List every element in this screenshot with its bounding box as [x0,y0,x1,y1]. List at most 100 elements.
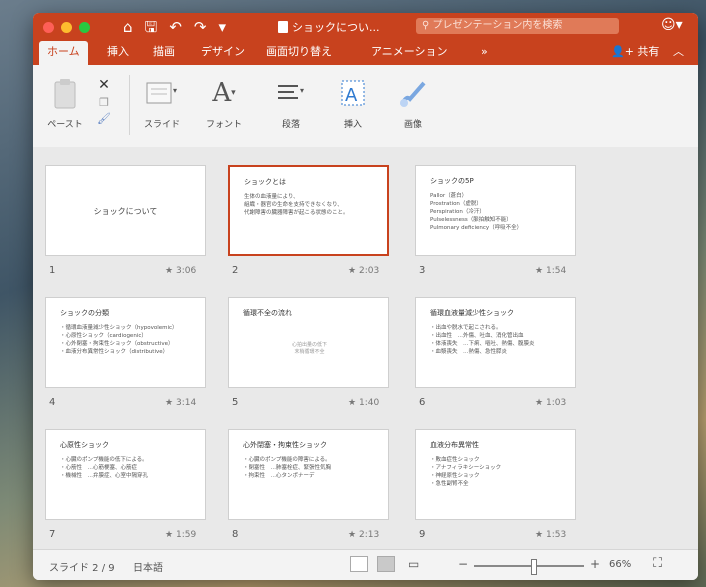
zoom-slider-handle[interactable] [531,559,537,575]
slide-group[interactable]: ▾ スライド [137,75,187,130]
zoom-in-icon[interactable]: + [590,557,600,571]
timing-star-icon: ★ [348,266,357,276]
tab-draw[interactable]: 描画 [145,41,183,65]
slide-thumbnail-2[interactable]: ショックとは 生体の血液量により、 組織・器官の生命を支持できなくなり、 代謝障害の臓… [228,165,389,256]
slide-duration: 3:14 [176,398,197,408]
slide-number: 4 [49,397,56,408]
timing-star-icon: ★ [348,398,357,408]
slide-thumbnail-7[interactable]: 心原性ショック ・心臓のポンプ機能の低下による。 ・心筋性 …心筋梗塞、心筋症 ・機械… [45,429,206,520]
slide-thumbnail-1[interactable]: ショックについて [45,165,206,256]
slide-sorter: ショックについて 1 ★ 3:06 ショックとは 生体の血液量により、 組織・器官の生命を支… [33,147,698,549]
minimize-window-button[interactable] [61,22,72,33]
slide-thumbnail-6[interactable]: 循環血液量減少性ショック ・出血や脱水で起こされる。・出血性 …外傷、吐血、消化管… [415,297,576,388]
quick-access-toolbar: ⌂ 🖫 ↶ ↷ ▾ [123,16,226,38]
slide-body-line: Pulmonary deficiency（呼吸不全） [430,225,523,231]
slide-number: 5 [232,397,239,408]
slide-body-line: ・血液分布異常性ショック（distributive） [60,349,169,355]
slide-duration: 2:13 [359,530,380,540]
window-controls [43,22,90,33]
save-icon[interactable]: 🖫 [145,16,158,38]
slide-body-line: Pallor（蒼白） [430,193,468,199]
slide-thumbnail-5[interactable]: 循環不全の流れ 心拍出量の低下 末梢循環不全 [228,297,389,388]
tab-home[interactable]: ホーム [39,41,88,65]
slide-diagram-caption: 心拍出量の低下 末梢循環不全 [291,342,327,355]
normal-view-button[interactable] [350,556,368,572]
insert-label: 挿入 [343,120,362,130]
slide-body-line: ・出血や脱水で起こされる。 [430,325,502,331]
timing-star-icon: ★ [165,398,174,408]
slide-body-line: ・心外閉塞・拘束性ショック（obstructive） [60,341,174,347]
search-box[interactable]: ⚲ プレゼンテーション内を検索 [416,18,619,34]
slide-number: 6 [419,397,426,408]
zoom-window-button[interactable] [79,22,90,33]
document-icon [278,21,288,33]
format-painter-icon[interactable]: 🖌 [89,112,119,125]
copy-icon[interactable]: ❐ [89,96,119,109]
slide-body: 生体の血液量により、 組織・器官の生命を支持できなくなり、 代謝障害の臓器障害が起こ… [244,193,349,217]
zoom-level[interactable]: 66% [609,559,631,570]
tab-insert[interactable]: 挿入 [99,41,137,65]
paste-group[interactable]: ペースト [41,75,89,130]
fit-window-icon[interactable]: ⛶ [653,556,662,571]
undo-icon[interactable]: ↶ [169,16,182,38]
slide-thumbnail-4[interactable]: ショックの分類 ・循環血液量減少性ショック（hypovolemic） ・心原性ショッ… [45,297,206,388]
slide-body-line: ・血漿喪失 …熱傷、急性膵炎 [430,349,508,355]
slide-thumbnail-9[interactable]: 血液分布異常性・敗血症性ショック ・アナフィラキシーショック ・神経原性ショック ・急… [415,429,576,520]
svg-text:A: A [345,85,358,106]
document-title: ショックについ... [278,19,380,35]
slide-duration: 1:53 [546,530,567,540]
slide-title: 循環血液量減少性ショック [430,309,514,317]
slide-body-line: ・神経原性ショック [430,473,480,479]
share-button[interactable]: 👤+ 共有 [611,41,659,63]
reading-view-icon[interactable]: ▭ [408,557,419,571]
close-window-button[interactable] [43,22,54,33]
insert-group[interactable]: A 挿入 [331,75,375,130]
search-placeholder: プレゼンテーション内を検索 [432,20,563,31]
slide-body: ・敗血症性ショック ・アナフィラキシーショック ・神経原性ショック ・急性副腎不全 [430,456,501,488]
cut-icon[interactable]: ✕ [89,77,119,93]
tab-more[interactable]: » [473,41,496,65]
slide-body-line: ・閉塞性 …肺塞栓症、緊張性気胸 [243,465,332,471]
slide-body-line: 生体の血液量により、 [244,194,299,200]
redo-icon[interactable]: ↷ [194,16,207,38]
collapse-ribbon-icon[interactable]: ︿ [673,41,684,63]
zoom-out-icon[interactable]: − [458,557,468,571]
slide-title: ショックの5P [430,177,474,185]
drawing-brush-icon [391,75,435,111]
slide-title: 血液分布異常性 [430,441,479,449]
smiley-icon[interactable]: ☺▾ [661,17,683,33]
svg-text:▾: ▾ [300,86,304,95]
slide-number: 7 [49,529,56,540]
title-bar: ⌂ 🖫 ↶ ↷ ▾ ショックについ... ⚲ プレゼンテーション内を検索 ☺▾ [33,13,698,41]
slide-body-line: ・体液喪失 …下痢、嘔吐、熱傷、腹膜炎 [430,341,535,347]
slide-duration: 3:06 [176,266,197,276]
slide-body: ・循環血液量減少性ショック（hypovolemic） ・心原性ショック（cardi… [60,324,178,356]
slide-thumbnail-8[interactable]: 心外閉塞・拘束性ショック ・心臓のポンプ機能の障害による。 ・閉塞性 …肺塞栓症、緊… [228,429,389,520]
font-group[interactable]: A ▾ フォント [199,75,249,130]
zoom-slider[interactable] [474,565,584,567]
tab-transitions[interactable]: 画面切り替え [258,41,340,65]
slide-duration: 1:03 [546,398,567,408]
slide-number: 1 [49,265,56,276]
tab-design[interactable]: デザイン [193,41,253,65]
font-label: フォント [205,120,242,130]
timing-star-icon: ★ [535,530,544,540]
tab-animations[interactable]: アニメーション [363,41,456,65]
slide-number: 3 [419,265,426,276]
powerpoint-window: ⌂ 🖫 ↶ ↷ ▾ ショックについ... ⚲ プレゼンテーション内を検索 ☺▾ … [33,13,698,580]
slide-body-line: ・出血性 …外傷、吐血、消化管出血 [430,333,524,339]
customize-toolbar-icon[interactable]: ▾ [218,16,226,38]
slide-position: スライド 2 / 9 [49,563,115,574]
slide-layout-icon: ▾ [137,75,187,111]
drawing-group[interactable]: 画像 [391,75,435,130]
language-indicator[interactable]: 日本語 [133,559,163,574]
home-icon[interactable]: ⌂ [123,16,133,38]
share-label: 共有 [637,45,660,58]
slide-thumbnail-3[interactable]: ショックの5P Pallor（蒼白） Prostration（虚脱） Perspira… [415,165,576,256]
clipboard-tools: ✕ ❐ 🖌 [89,77,119,125]
document-title-text: ショックについ... [292,21,380,34]
slide-number: 8 [232,529,239,540]
paragraph-align-icon: ▾ [269,75,313,111]
slide-sorter-view-button[interactable] [377,556,395,572]
paragraph-group[interactable]: ▾ 段落 [269,75,313,130]
